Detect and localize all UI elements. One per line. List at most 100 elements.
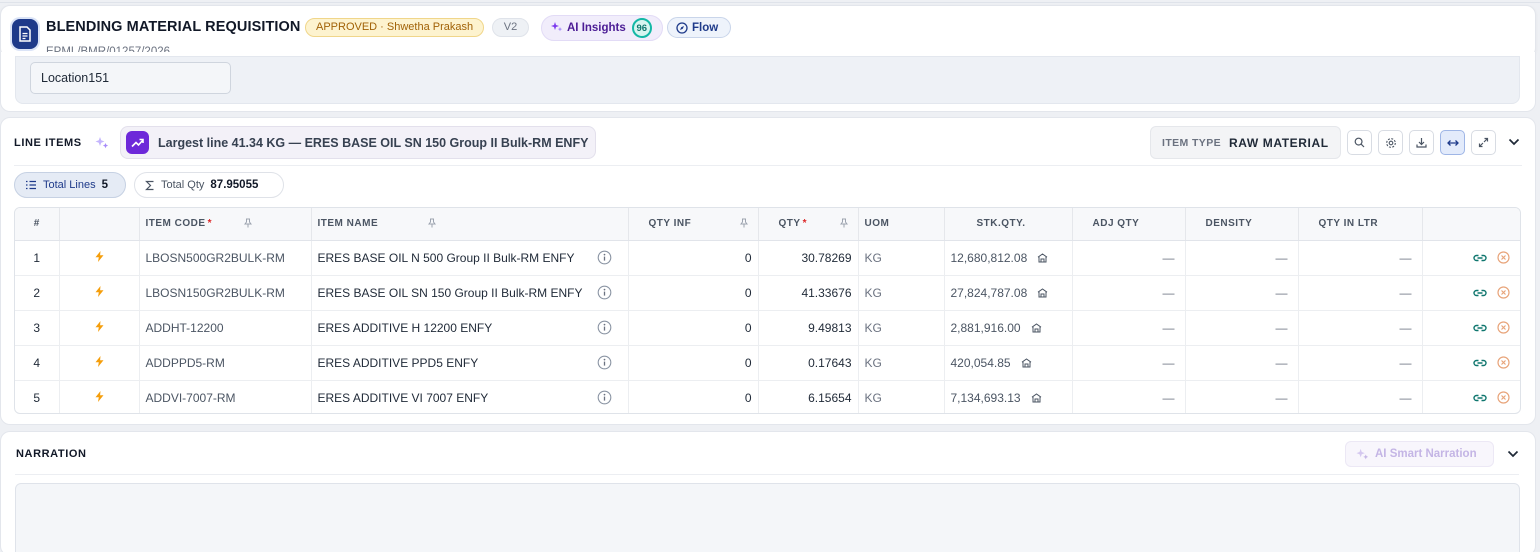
chevron-down-icon[interactable] <box>1507 450 1519 458</box>
col-header-qty[interactable]: QTY * <box>758 208 859 241</box>
ai-smart-narration-button[interactable]: AI Smart Narration <box>1345 441 1494 467</box>
table-row[interactable]: 4 ADDPPD5-RM ERES ADDITIVE PPD5 ENFY 0 0.176… <box>15 345 1520 381</box>
cell-item-code[interactable]: ADDPPD5-RM <box>139 345 312 381</box>
col-header-qty-inf[interactable]: QTY INF <box>628 208 759 241</box>
col-header-stk-qty[interactable]: STK.QTY. <box>944 208 1073 241</box>
line-items-panel: LINE ITEMS Largest line 41.34 KG — ERES … <box>0 117 1536 425</box>
bolt-icon[interactable] <box>95 285 104 300</box>
flow-button[interactable]: Flow <box>667 17 731 38</box>
item-type-selector[interactable]: ITEM TYPE RAW MATERIAL <box>1150 126 1341 159</box>
cell-item-code[interactable]: ADDVI-7007-RM <box>139 380 312 413</box>
cell-qty-inf[interactable]: 0 <box>628 345 759 381</box>
expand-icon <box>1478 137 1489 148</box>
link-icon[interactable] <box>1473 358 1487 368</box>
cell-uom: KG <box>858 310 945 346</box>
status-badge: APPROVED · Shwetha Prakash <box>305 18 485 37</box>
table-row[interactable]: 5 ADDVI-7007-RM ERES ADDITIVE VI 7007 ENFY… <box>15 380 1520 413</box>
remove-icon[interactable] <box>1497 356 1510 369</box>
warehouse-icon[interactable] <box>1037 252 1048 263</box>
link-icon[interactable] <box>1473 393 1487 403</box>
download-button[interactable] <box>1409 130 1434 155</box>
info-icon[interactable] <box>597 355 612 370</box>
table-row[interactable]: 3 ADDHT-12200 ERES ADDITIVE H 12200 ENFY 0 9… <box>15 310 1520 346</box>
cell-qty-inf[interactable]: 0 <box>628 275 759 311</box>
col-header-item-code[interactable]: ITEM CODE * <box>139 208 312 241</box>
bolt-icon[interactable] <box>95 390 104 405</box>
cell-qty-ltr: — <box>1298 275 1423 311</box>
remove-icon[interactable] <box>1497 286 1510 299</box>
info-icon[interactable] <box>597 390 612 405</box>
cell-qty[interactable]: 9.49813 <box>758 310 859 346</box>
cell-item-name[interactable]: ERES BASE OIL N 500 Group II Bulk-RM ENF… <box>318 251 575 265</box>
search-button[interactable] <box>1347 130 1372 155</box>
cell-qty-inf[interactable]: 0 <box>628 380 759 413</box>
table-row[interactable]: 1 LBOSN500GR2BULK-RM ERES BASE OIL N 500 G… <box>15 240 1520 276</box>
cell-stk-qty: 2,881,916.00 <box>950 320 1021 335</box>
link-icon[interactable] <box>1473 288 1487 298</box>
info-icon[interactable] <box>597 250 612 265</box>
cell-item-code[interactable]: LBOSN500GR2BULK-RM <box>139 240 312 276</box>
pin-icon[interactable] <box>243 218 252 228</box>
cell-adj-qty[interactable]: — <box>1072 380 1186 413</box>
remove-icon[interactable] <box>1497 251 1510 264</box>
expand-button[interactable] <box>1471 130 1496 155</box>
narration-textarea[interactable] <box>15 483 1520 552</box>
ai-insights-button[interactable]: AI Insights 96 <box>541 15 663 41</box>
fit-width-button[interactable] <box>1440 130 1465 155</box>
info-icon[interactable] <box>597 320 612 335</box>
cell-item-name[interactable]: ERES ADDITIVE H 12200 ENFY <box>318 321 493 335</box>
bolt-icon[interactable] <box>95 355 104 370</box>
link-icon[interactable] <box>1473 323 1487 333</box>
cell-adj-qty[interactable]: — <box>1072 345 1186 381</box>
cell-item-code[interactable]: LBOSN150GR2BULK-RM <box>139 275 312 311</box>
cell-qty[interactable]: 0.17643 <box>758 345 859 381</box>
warehouse-icon[interactable] <box>1031 393 1042 403</box>
pin-icon[interactable] <box>739 218 748 228</box>
cell-density: — <box>1185 310 1299 346</box>
cell-stk-qty: 420,054.85 <box>950 355 1011 370</box>
col-header-qty-ltr[interactable]: QTY IN LTR <box>1298 208 1423 241</box>
col-label-item-code: ITEM CODE <box>145 218 206 230</box>
cell-qty[interactable]: 41.33676 <box>758 275 859 311</box>
version-badge: V2 <box>492 18 529 37</box>
cell-qty[interactable]: 6.15654 <box>758 380 859 413</box>
info-icon[interactable] <box>597 285 612 300</box>
settings-button[interactable] <box>1378 130 1403 155</box>
cell-qty-ltr: — <box>1298 310 1423 346</box>
col-header-adj-qty[interactable]: ADJ QTY <box>1072 208 1186 241</box>
remove-icon[interactable] <box>1497 391 1510 404</box>
narration-panel: NARRATION AI Smart Narration <box>0 431 1536 552</box>
cell-adj-qty[interactable]: — <box>1072 275 1186 311</box>
pin-icon[interactable] <box>427 218 436 228</box>
warehouse-icon[interactable] <box>1031 322 1042 333</box>
cell-num: 4 <box>15 345 60 381</box>
pin-icon[interactable] <box>839 218 848 228</box>
warehouse-icon[interactable] <box>1037 287 1048 298</box>
link-icon[interactable] <box>1473 253 1487 263</box>
col-header-item-name[interactable]: ITEM NAME <box>311 208 629 241</box>
sparkle-icon <box>1356 448 1369 459</box>
cell-qty-inf[interactable]: 0 <box>628 310 759 346</box>
cell-qty-inf[interactable]: 0 <box>628 240 759 276</box>
chevron-down-icon[interactable] <box>1508 138 1520 146</box>
largest-line-insight: Largest line 41.34 KG — ERES BASE OIL SN… <box>120 126 596 159</box>
cell-item-name[interactable]: ERES ADDITIVE VI 7007 ENFY <box>318 391 489 405</box>
document-icon <box>12 19 38 49</box>
col-header-action <box>59 208 140 241</box>
bolt-icon[interactable] <box>95 250 104 265</box>
cell-adj-qty[interactable]: — <box>1072 310 1186 346</box>
total-qty-chip: Total Qty 87.95055 <box>134 172 284 198</box>
col-header-uom[interactable]: UOM <box>858 208 945 241</box>
cell-adj-qty[interactable]: — <box>1072 240 1186 276</box>
cell-item-name[interactable]: ERES ADDITIVE PPD5 ENFY <box>318 356 479 370</box>
warehouse-icon[interactable] <box>1021 357 1032 368</box>
bolt-icon[interactable] <box>95 320 104 335</box>
location-field[interactable]: Location151 <box>30 62 231 94</box>
item-type-label: ITEM TYPE <box>1162 136 1222 149</box>
cell-item-code[interactable]: ADDHT-12200 <box>139 310 312 346</box>
col-header-density[interactable]: DENSITY <box>1185 208 1299 241</box>
cell-qty[interactable]: 30.78269 <box>758 240 859 276</box>
table-row[interactable]: 2 LBOSN150GR2BULK-RM ERES BASE OIL SN 150 … <box>15 275 1520 311</box>
cell-item-name[interactable]: ERES BASE OIL SN 150 Group II Bulk-RM EN… <box>318 286 583 300</box>
remove-icon[interactable] <box>1497 321 1510 334</box>
